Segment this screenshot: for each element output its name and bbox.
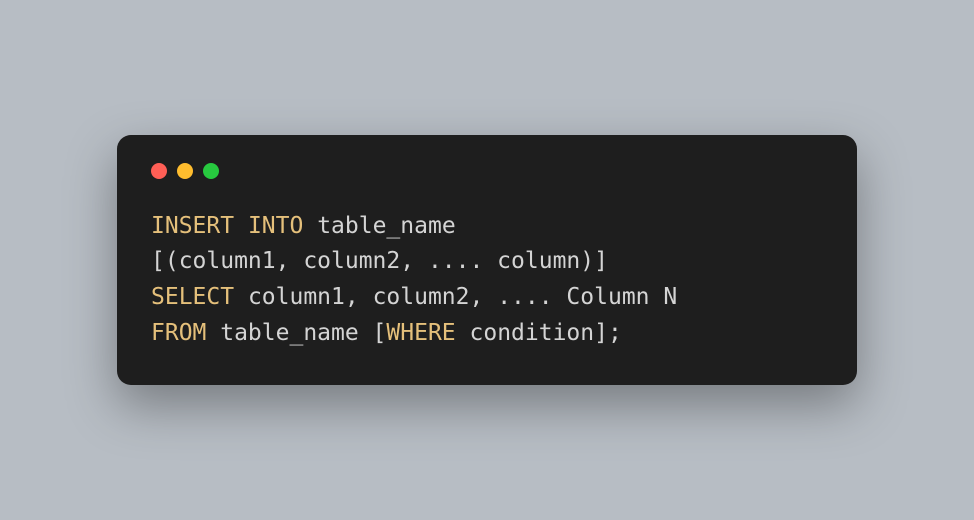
code-text: [(column1, column2, .... column)] [151,248,608,274]
keyword-into: INTO [248,213,303,239]
traffic-lights [145,159,829,179]
keyword-insert: INSERT [151,213,234,239]
minimize-icon[interactable] [177,163,193,179]
maximize-icon[interactable] [203,163,219,179]
code-window: INSERT INTO table_name [(column1, column… [117,135,857,386]
keyword-where: WHERE [386,320,455,346]
code-text: condition]; [456,320,622,346]
code-text: table_name [ [206,320,386,346]
keyword-select: SELECT [151,284,234,310]
code-text: column1, column2, .... Column N [234,284,677,310]
code-block: INSERT INTO table_name [(column1, column… [145,209,829,352]
close-icon[interactable] [151,163,167,179]
keyword-from: FROM [151,320,206,346]
code-text: table_name [303,213,455,239]
